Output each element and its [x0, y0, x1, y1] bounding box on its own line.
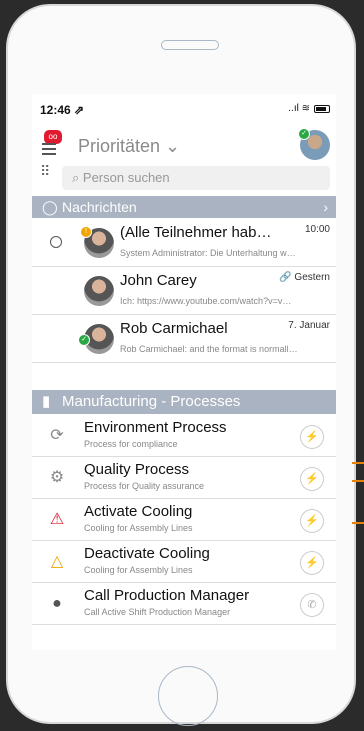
app-screen: 12:46 ⇗ ..ıl ≋ oo Prioritäten ⌄ ✓ ⠿ ⌕ Pe… — [32, 94, 336, 650]
action-desc: Cooling for Assembly Lines — [84, 523, 193, 533]
action-row[interactable]: ⟳ Environment Process Process for compli… — [32, 416, 336, 457]
message-sender: (Alle Teilnehmer hab… — [120, 224, 272, 241]
message-sender: Rob Carmichael — [120, 320, 228, 337]
status-time: 12:46 ⇗ — [40, 103, 85, 117]
menu-icon[interactable] — [42, 140, 56, 158]
avatar — [84, 276, 114, 306]
action-desc: Process for compliance — [84, 439, 178, 449]
action-desc: Call Active Shift Production Manager — [84, 607, 231, 617]
message-row[interactable]: ! (Alle Teilnehmer hab… 10:00 System Adm… — [32, 220, 336, 267]
action-name: Call Production Manager — [84, 587, 250, 604]
message-preview: Ich: https://www.youtube.com/watch?v=v… — [120, 296, 292, 306]
building-icon: ▮ — [42, 393, 51, 410]
message-row[interactable]: ✓ Rob Carmichael 7. Januar Rob Carmichae… — [32, 316, 336, 363]
header: oo Prioritäten ⌄ ✓ — [32, 126, 336, 162]
action-row[interactable]: ⚠ Activate Cooling Cooling for Assembly … — [32, 500, 336, 541]
trigger-button[interactable]: ⚡ — [300, 467, 324, 491]
trigger-button[interactable]: ⚡ — [300, 551, 324, 575]
call-button[interactable]: ✆ — [300, 593, 324, 617]
page-title[interactable]: Prioritäten ⌄ — [78, 136, 180, 157]
callout-line — [352, 522, 364, 524]
battery-icon — [314, 104, 330, 113]
triangle-icon: △ — [50, 553, 64, 570]
message-time: 10:00 — [304, 224, 330, 235]
trigger-button[interactable]: ⚡ — [300, 425, 324, 449]
action-desc: Process for Quality assurance — [84, 481, 205, 491]
online-check-icon: ✓ — [78, 334, 90, 346]
section-label: Manufacturing - Processes — [62, 393, 241, 410]
action-row[interactable]: ⚙ Quality Process Process for Quality as… — [32, 458, 336, 499]
callout-line — [352, 462, 364, 464]
signal-wifi-icon: ..ıl ≋ — [288, 103, 310, 114]
message-row[interactable]: John Carey 🔗 Gestern Ich: https://www.yo… — [32, 268, 336, 315]
user-avatar[interactable]: ✓ — [298, 128, 330, 160]
status-bar: 12:46 ⇗ ..ıl ≋ — [32, 94, 336, 120]
chat-bubble-icon: ◯ — [42, 199, 58, 215]
trigger-button[interactable]: ⚡ — [300, 509, 324, 533]
speaker-grille — [161, 40, 219, 50]
clock-icon — [50, 236, 62, 248]
search-bar: ⠿ ⌕ Person suchen — [40, 164, 330, 190]
home-button[interactable] — [158, 666, 218, 726]
warning-icon: ⚠ — [49, 511, 65, 528]
action-name: Environment Process — [84, 419, 227, 436]
action-row[interactable]: ● Call Production Manager Call Active Sh… — [32, 584, 336, 625]
section-label: Nachrichten — [62, 199, 137, 215]
messages-section-header[interactable]: ◯ Nachrichten › — [32, 196, 336, 218]
message-preview: Rob Carmichael: and the format is normal… — [120, 344, 298, 354]
action-name: Deactivate Cooling — [84, 545, 210, 562]
action-name: Activate Cooling — [84, 503, 193, 520]
message-time: 🔗 Gestern — [279, 272, 330, 283]
processes-section-header[interactable]: ▮ Manufacturing - Processes — [32, 390, 336, 414]
sync-icon: ⟳ — [50, 427, 64, 444]
callout-line — [352, 480, 364, 482]
action-row[interactable]: △ Deactivate Cooling Cooling for Assembl… — [32, 542, 336, 583]
online-check-icon: ✓ — [298, 128, 310, 140]
priority-badge: ! — [80, 226, 92, 238]
action-name: Quality Process — [84, 461, 190, 478]
person-icon: ● — [52, 595, 62, 612]
chevron-right-icon: › — [323, 199, 328, 215]
search-placeholder: Person suchen — [82, 170, 170, 185]
message-time: 7. Januar — [288, 320, 330, 331]
message-preview: System Administrator: Die Unterhaltung w… — [120, 248, 296, 258]
status-icons: ..ıl ≋ — [288, 103, 330, 114]
message-sender: John Carey — [120, 272, 197, 289]
dialpad-icon[interactable]: ⠿ — [40, 164, 58, 178]
action-desc: Cooling for Assembly Lines — [84, 565, 193, 575]
search-input[interactable]: ⌕ Person suchen — [62, 166, 330, 190]
gear-icon: ⚙ — [49, 469, 65, 486]
